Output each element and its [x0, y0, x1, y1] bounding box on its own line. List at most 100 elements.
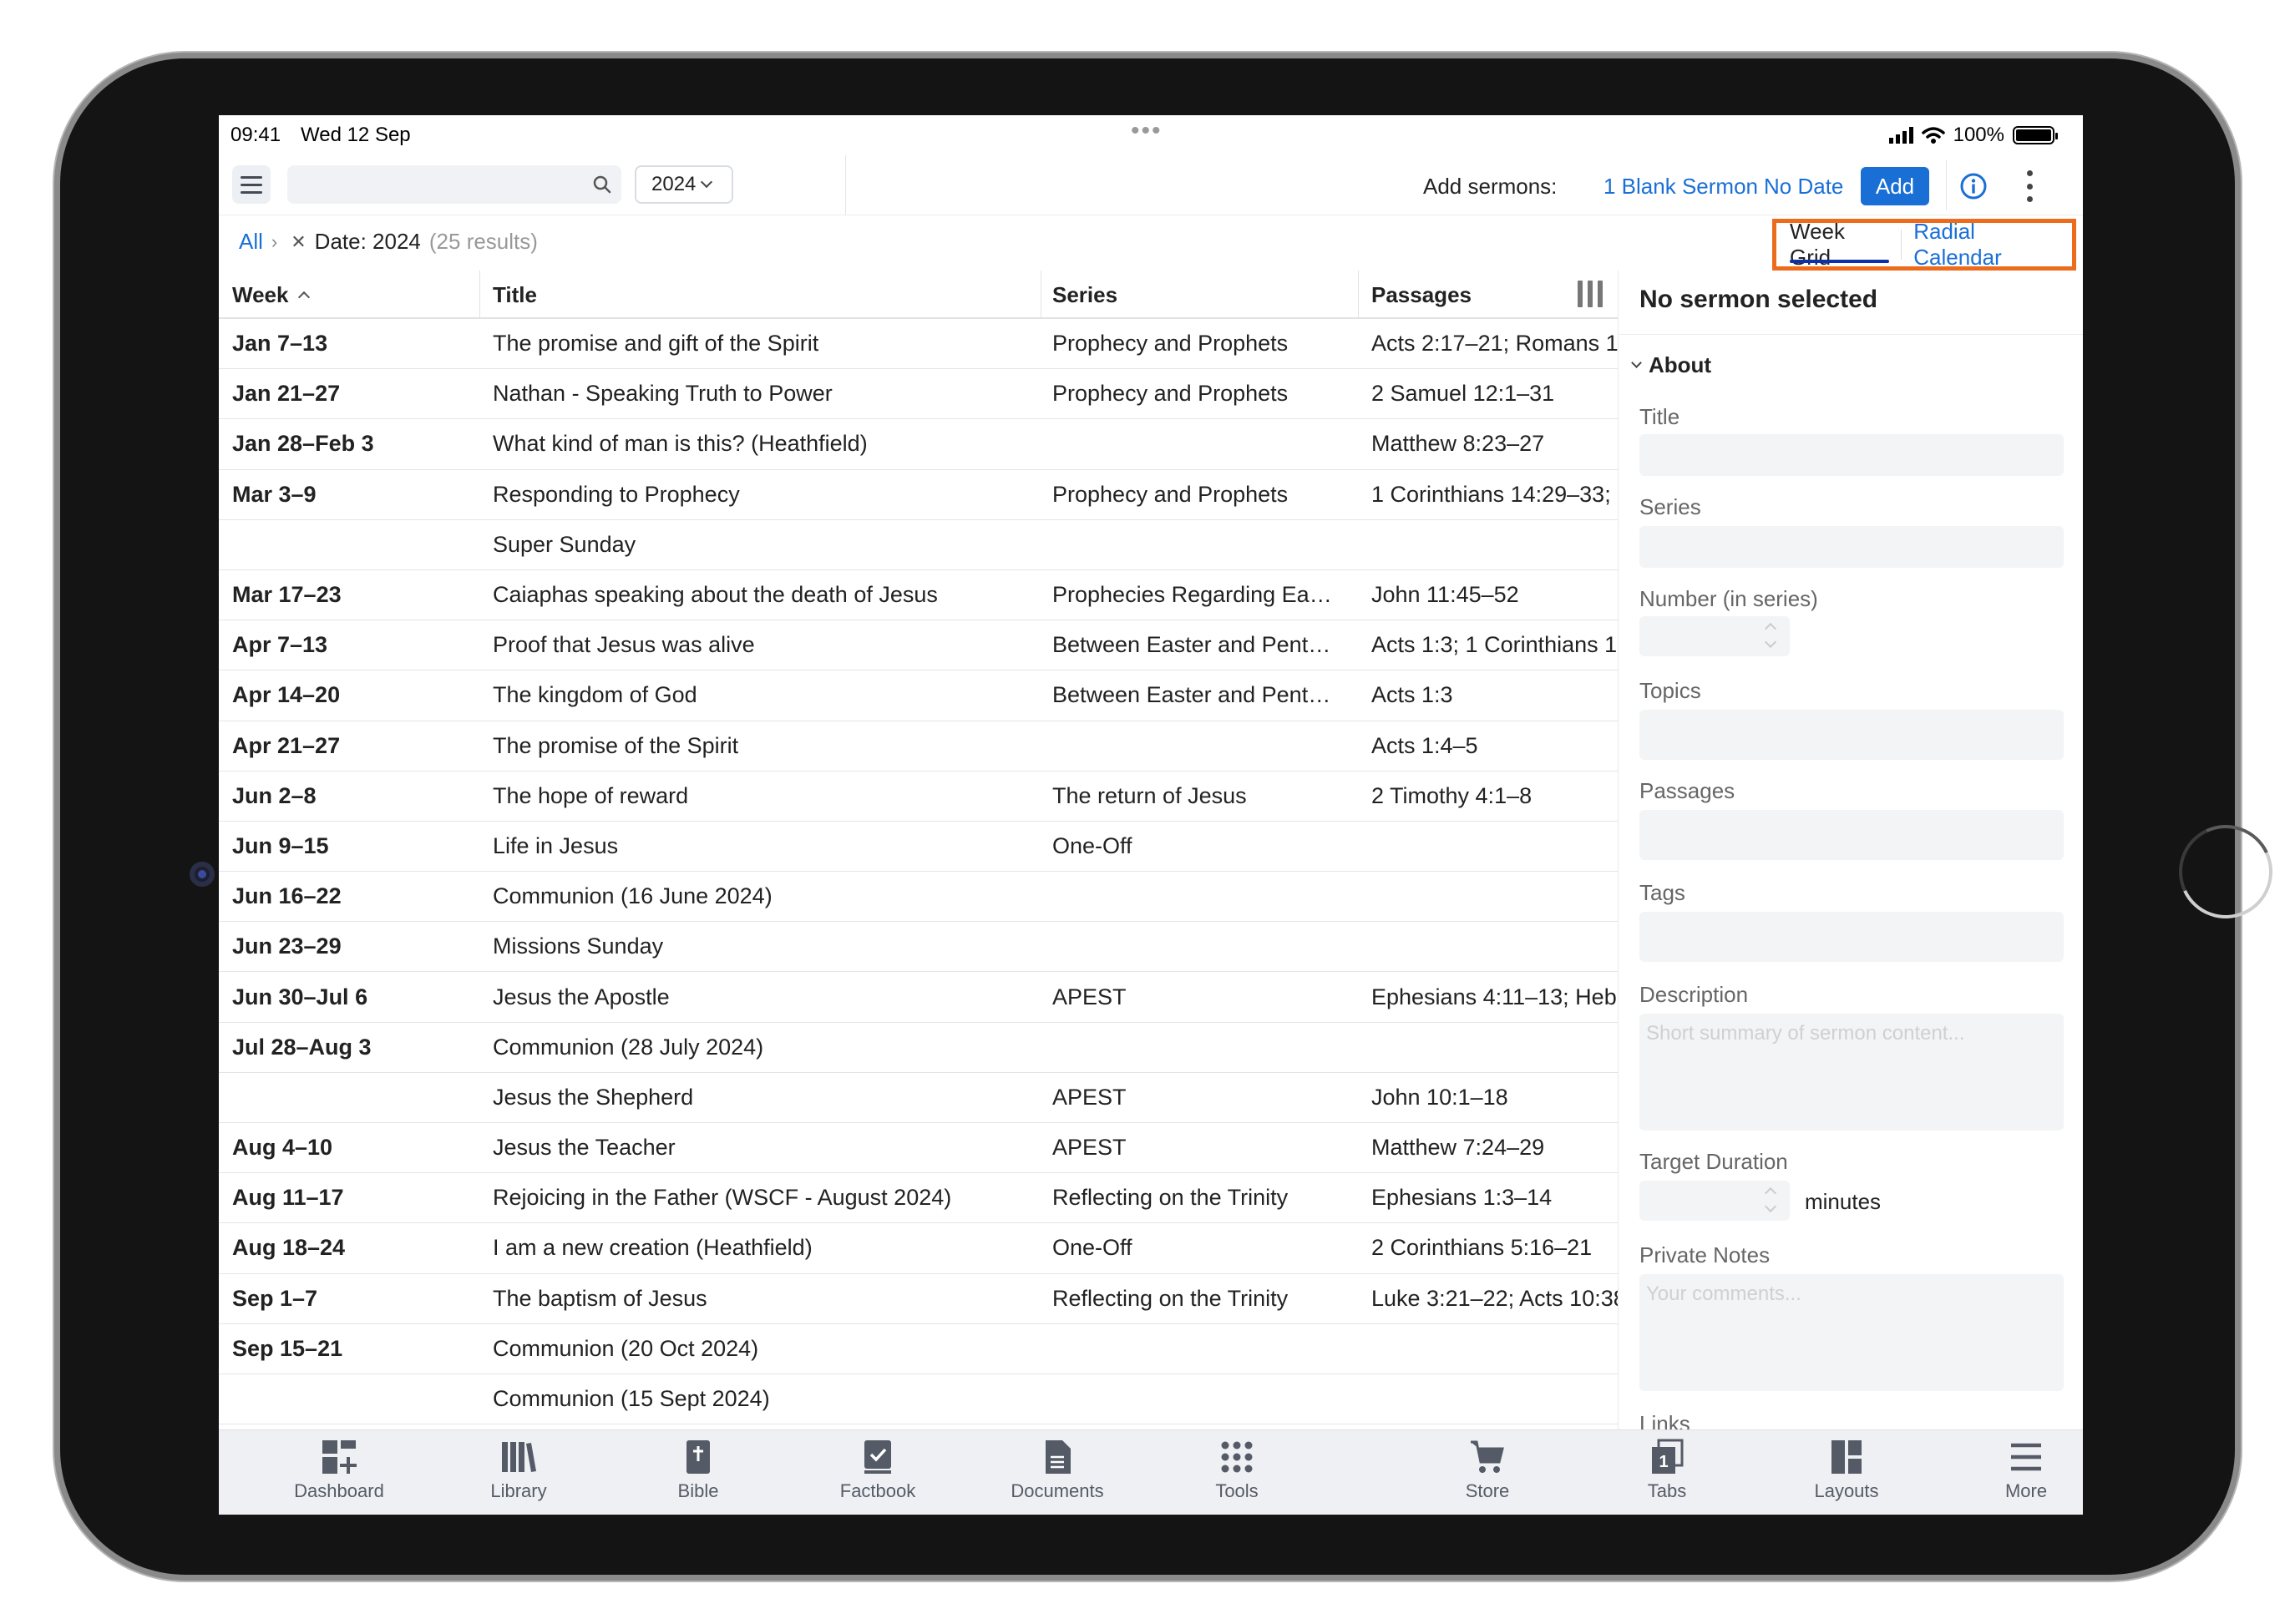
tab-documents[interactable]: Documents	[986, 1439, 1128, 1502]
week-cell: Jan 21–27	[232, 381, 341, 407]
table-row[interactable]: Sep 1–7 The baptism of Jesus Reflecting on…	[219, 1274, 1618, 1324]
table-row[interactable]: Aug 11–17 Rejoicing in the Father (WSCF -…	[219, 1173, 1618, 1224]
multitasking-dots-icon[interactable]: •••	[1131, 117, 1163, 145]
title-cell: Proof that Jesus was alive	[493, 632, 755, 658]
table-body: Jan 7–13 The promise and gift of the Spir…	[219, 319, 1619, 1425]
title-cell: Communion (28 July 2024)	[493, 1034, 764, 1060]
year-value: 2024	[651, 173, 697, 195]
series-cell	[1052, 419, 1353, 468]
table-row[interactable]: Aug 18–24 I am a new creation (Heathfield…	[219, 1223, 1618, 1274]
private-notes-field[interactable]: Your comments...	[1639, 1274, 2064, 1391]
number-stepper[interactable]	[1639, 616, 1790, 656]
passages-cell	[1371, 1374, 1618, 1424]
tags-field[interactable]	[1639, 912, 2064, 962]
title-field[interactable]	[1639, 434, 2064, 476]
series-field[interactable]	[1639, 526, 2064, 568]
chevron-down-icon[interactable]	[1764, 1200, 1777, 1213]
passages-cell	[1371, 822, 1618, 871]
column-header-week-label: Week	[232, 281, 289, 307]
column-header-series[interactable]: Series	[1052, 271, 1117, 319]
tab-tools[interactable]: Tools	[1166, 1439, 1308, 1502]
table-row[interactable]: Apr 7–13 Proof that Jesus was alive Betwee…	[219, 620, 1618, 671]
passages-field[interactable]	[1639, 810, 2064, 860]
tab-factbook[interactable]: Factbook	[807, 1439, 949, 1502]
table-row[interactable]: Jul 28–Aug 3 Communion (28 July 2024)	[219, 1023, 1618, 1073]
breadcrumb-all[interactable]: All	[239, 229, 263, 255]
tab-library[interactable]: Library	[448, 1439, 590, 1502]
table-row[interactable]: Mar 3–9 Responding to Prophecy Prophecy an…	[219, 470, 1618, 520]
tab-dashboard[interactable]: Dashboard	[268, 1439, 410, 1502]
passages-cell: Ephesians 4:11–13; Heb	[1371, 984, 1617, 1009]
title-cell: Nathan - Speaking Truth to Power	[493, 381, 833, 407]
column-divider[interactable]	[1358, 271, 1359, 319]
table-row[interactable]: Jesus the Shepherd APEST John 10:1–18	[219, 1073, 1618, 1123]
column-header-title[interactable]: Title	[493, 271, 537, 319]
title-cell: Communion (16 June 2024)	[493, 883, 773, 909]
tab-tabs[interactable]: 1 Tabs	[1596, 1439, 1738, 1502]
series-cell: APEST	[1052, 1135, 1127, 1161]
week-cell: Jun 30–Jul 6	[232, 984, 368, 1009]
week-cell	[232, 520, 474, 569]
table-row[interactable]: Jan 7–13 The promise and gift of the Spir…	[219, 319, 1619, 370]
search-field[interactable]	[287, 165, 621, 204]
tab-week-grid[interactable]: Week Grid	[1783, 219, 1896, 270]
table-row[interactable]: Mar 17–23 Caiaphas speaking about the dea…	[219, 570, 1618, 621]
chevron-up-icon[interactable]	[1764, 1186, 1777, 1200]
menu-button[interactable]	[232, 165, 271, 204]
remove-filter-icon[interactable]: ✕	[291, 231, 306, 253]
search-icon[interactable]	[591, 174, 613, 195]
chevron-down-icon[interactable]	[1764, 635, 1777, 649]
table-row[interactable]: Apr 21–27 The promise of the Spirit Acts 1…	[219, 721, 1618, 772]
status-date: Wed 12 Sep	[301, 124, 411, 146]
table-row[interactable]: Jun 9–15 Life in Jesus One-Off	[219, 822, 1618, 873]
passages-cell: John 11:45–52	[1371, 582, 1519, 608]
info-icon[interactable]	[1959, 172, 1988, 200]
tab-more[interactable]: More	[1955, 1439, 2083, 1502]
no-date-option[interactable]: No Date	[1764, 174, 1843, 200]
home-button[interactable]	[2166, 812, 2286, 932]
table-row[interactable]: Jun 2–8 The hope of reward The return of J…	[219, 772, 1618, 822]
columns-icon[interactable]	[1576, 281, 1604, 307]
series-cell: Prophecy and Prophets	[1052, 381, 1289, 407]
column-divider[interactable]	[479, 271, 480, 319]
week-cell: Jan 7–13	[232, 331, 328, 357]
series-cell: Reflecting on the Trinity	[1052, 1285, 1289, 1311]
table-row[interactable]: Apr 14–20 The kingdom of God Between Easte…	[219, 670, 1618, 721]
description-field[interactable]: Short summary of sermon content...	[1639, 1014, 2064, 1131]
column-header-passages[interactable]: Passages	[1371, 271, 1472, 319]
tab-bible[interactable]: Bible	[627, 1439, 769, 1502]
table-row[interactable]: Jun 23–29 Missions Sunday	[219, 922, 1618, 973]
week-cell: Aug 18–24	[232, 1235, 346, 1261]
chevron-up-icon[interactable]	[1764, 622, 1777, 635]
sermon-table: Week Title Series Passages Jan 7–13 The p…	[219, 271, 1619, 1429]
tab-layouts[interactable]: Layouts	[1776, 1439, 1918, 1502]
duration-stepper[interactable]	[1639, 1181, 1790, 1221]
table-row[interactable]: Jan 21–27 Nathan - Speaking Truth to Powe…	[219, 369, 1618, 420]
year-select[interactable]: 2024	[635, 165, 733, 204]
table-row[interactable]: Jan 28–Feb 3 What kind of man is this? (H…	[219, 419, 1618, 470]
table-row[interactable]: Jun 30–Jul 6 Jesus the Apostle APEST Ephesi…	[219, 972, 1618, 1023]
column-header-week[interactable]: Week	[232, 271, 311, 319]
more-options-icon[interactable]	[2024, 170, 2034, 202]
tab-radial-calendar[interactable]: Radial Calendar	[1907, 219, 2072, 270]
tab-store[interactable]: Store	[1416, 1439, 1558, 1502]
factbook-icon	[864, 1440, 891, 1474]
table-row[interactable]: Jun 16–22 Communion (16 June 2024)	[219, 872, 1618, 923]
topics-field[interactable]	[1639, 710, 2064, 760]
title-cell: Rejoicing in the Father (WSCF - August 2…	[493, 1185, 952, 1211]
about-section-toggle[interactable]: About	[1631, 352, 1711, 378]
chevron-right-icon: ›	[271, 230, 278, 252]
table-row[interactable]: Communion (15 Sept 2024)	[219, 1374, 1618, 1425]
title-cell: The hope of reward	[493, 782, 689, 808]
table-row[interactable]: Aug 4–10 Jesus the Teacher APEST Matthew 7:…	[219, 1123, 1618, 1174]
table-row[interactable]: Super Sunday	[219, 520, 1618, 570]
title-cell: The kingdom of God	[493, 682, 697, 708]
layouts-icon	[1831, 1440, 1862, 1474]
blank-sermon-option[interactable]: 1 Blank Sermon	[1603, 174, 1758, 200]
add-button[interactable]: Add	[1861, 167, 1929, 205]
series-cell: Between Easter and Pent…	[1052, 632, 1331, 658]
passages-cell: Acts 2:17–21; Romans 1	[1371, 331, 1619, 357]
search-input[interactable]	[287, 165, 621, 204]
passages-cell: Acts 1:3; 1 Corinthians 1	[1371, 632, 1618, 658]
table-row[interactable]: Sep 15–21 Communion (20 Oct 2024)	[219, 1324, 1618, 1374]
